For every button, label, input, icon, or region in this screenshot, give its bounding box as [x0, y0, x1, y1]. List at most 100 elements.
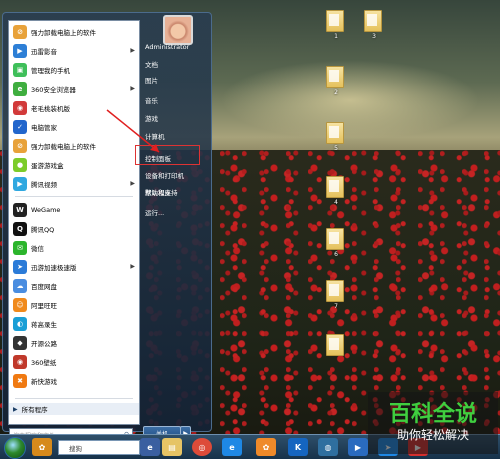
folder-icon: [326, 176, 344, 198]
folder-icon: [364, 10, 382, 32]
user-avatar[interactable]: [163, 15, 193, 45]
watermark-subtitle: 助你轻松解决: [396, 428, 469, 442]
all-programs-label: 所有程序: [21, 406, 48, 414]
program-item[interactable]: ✉ 微信: [9, 239, 139, 256]
desktop-folder-6[interactable]: 6: [326, 228, 346, 258]
program-label: 新快游戏: [31, 377, 57, 386]
program-item[interactable]: ➤ 迅游加速极速版 ▶: [9, 258, 139, 275]
folder-icon: [326, 10, 344, 32]
desktop-folder-label: 3: [372, 33, 376, 40]
program-item[interactable]: ☁ 百度网盘: [9, 277, 139, 294]
pc-manager-icon: ✓: [13, 119, 27, 134]
chrome-icon[interactable]: ◎: [192, 438, 212, 456]
laomaotao-icon: ◉: [13, 100, 27, 115]
program-label: 360安全浏览器: [31, 85, 76, 94]
right-item-run[interactable]: 运行...: [145, 207, 164, 217]
wegame-icon: W: [13, 202, 27, 217]
start-button[interactable]: [4, 437, 26, 459]
program-label: 强力卸载电脑上的软件: [31, 28, 96, 37]
desktop-folder-label: 4: [334, 199, 338, 206]
program-item[interactable]: Q 腾讯QQ: [9, 220, 139, 237]
qq-icon: Q: [13, 221, 27, 236]
accelerator-icon: ➤: [13, 259, 27, 274]
globe-icon[interactable]: ◍: [318, 438, 338, 456]
program-label: 迅雷影音: [31, 47, 57, 56]
start-menu-programs-pane: ⊘ 强力卸载电脑上的软件 ▶ 迅雷影音 ▶ ▣ 管理我的手机 e 360安全浏览器 ▶ ◉ 老…: [8, 20, 140, 425]
sky-glow: [220, 60, 480, 140]
program-label: 强力卸载电脑上的软件: [31, 142, 96, 151]
taskbar-search-box[interactable]: 搜狗: [58, 440, 140, 455]
folder-icon: [326, 280, 344, 302]
program-item[interactable]: ✖ 新快游戏: [9, 372, 139, 389]
desktop-folder-8[interactable]: [326, 334, 346, 356]
folder-icon[interactable]: ▤: [162, 438, 182, 456]
submenu-arrow-icon: ▶: [130, 263, 135, 270]
program-item[interactable]: ▣ 管理我的手机: [9, 61, 139, 78]
submenu-arrow-icon: ▶: [130, 47, 135, 54]
desktop-folder-label: 5: [334, 145, 338, 152]
game-box-icon: ●: [13, 157, 27, 172]
right-item-devices-printers[interactable]: 设备和打印机: [145, 170, 184, 180]
uninstall-icon: ⊘: [13, 138, 27, 153]
program-item[interactable]: ◐ 蒋高录生: [9, 315, 139, 332]
desktop-folder-2[interactable]: 2: [326, 66, 346, 96]
program-label: 阿里旺旺: [31, 301, 57, 310]
desktop-folder-7[interactable]: 7: [326, 280, 346, 310]
watermark-title: 百科全说: [388, 402, 477, 427]
annotation-arrow-icon: [106, 109, 160, 153]
start-menu: ⊘ 强力卸载电脑上的软件 ▶ 迅雷影音 ▶ ▣ 管理我的手机 e 360安全浏览器 ▶ ◉ 老…: [2, 12, 212, 442]
folder-icon: [326, 66, 344, 88]
program-label: 老毛桃装机版: [31, 104, 70, 113]
program-item[interactable]: ⊘ 强力卸载电脑上的软件: [9, 23, 139, 40]
program-label: 开源公路: [31, 339, 57, 348]
baidu-netdisk-icon: ☁: [13, 278, 27, 293]
uninstall-icon: ⊘: [13, 24, 27, 39]
program-label: 腾讯QQ: [31, 225, 55, 234]
thunder-player-icon: ▶: [13, 43, 27, 58]
right-item-pictures[interactable]: 图片: [145, 75, 158, 85]
edge-icon[interactable]: e: [222, 438, 242, 456]
media-player-icon[interactable]: ▶: [348, 438, 368, 456]
pinwheel-icon[interactable]: ✿: [32, 438, 52, 456]
desktop-folder-4[interactable]: 4: [326, 176, 346, 206]
recorder-icon: ◐: [13, 316, 27, 331]
desktop-folder-label: 2: [334, 89, 338, 96]
xinkuai-game-icon: ✖: [13, 373, 27, 388]
menu-separator: [15, 196, 133, 197]
program-item[interactable]: ☺ 阿里旺旺: [9, 296, 139, 313]
right-arrow-icon: ▶: [13, 405, 18, 413]
phone-manager-icon: ▣: [13, 62, 27, 77]
program-label: 管理我的手机: [31, 66, 70, 75]
pinwheel-icon[interactable]: ✿: [256, 438, 276, 456]
right-item-music[interactable]: 音乐: [145, 95, 158, 105]
desktop-folder-3[interactable]: 3: [364, 10, 384, 40]
unity-icon: ◆: [13, 335, 27, 350]
folder-icon: [326, 122, 344, 144]
program-item[interactable]: ◉ 360壁纸: [9, 353, 139, 370]
program-item[interactable]: ▶ 腾讯视频 ▶: [9, 175, 139, 192]
program-item[interactable]: ◆ 开源公路: [9, 334, 139, 351]
right-item-documents[interactable]: 文档: [145, 59, 158, 69]
folder-icon: [326, 334, 344, 356]
program-label: 蒋高录生: [31, 320, 57, 329]
360-browser-icon: e: [13, 81, 27, 96]
desktop-folder-1[interactable]: 1: [326, 10, 346, 40]
program-item[interactable]: e 360安全浏览器 ▶: [9, 80, 139, 97]
desktop-folder-5[interactable]: 5: [326, 122, 346, 152]
program-label: 蛋游游戏盒: [31, 161, 64, 170]
right-item-administrator[interactable]: Administrator: [145, 43, 189, 51]
k-icon[interactable]: K: [288, 438, 308, 456]
folder-icon: [326, 228, 344, 250]
360-wallpaper-icon: ◉: [13, 354, 27, 369]
menu-separator: [15, 398, 133, 399]
program-item[interactable]: ▶ 迅雷影音 ▶: [9, 42, 139, 59]
right-item-help[interactable]: 帮助和支持: [145, 187, 178, 197]
all-programs-button[interactable]: ▶ 所有程序: [9, 403, 139, 415]
wechat-icon: ✉: [13, 240, 27, 255]
program-label: 迅游加速极速版: [31, 263, 77, 272]
program-label: 360壁纸: [31, 358, 57, 367]
desktop-folder-label: 1: [334, 33, 338, 40]
program-item[interactable]: W WeGame: [9, 201, 139, 218]
ie-icon[interactable]: e: [140, 438, 160, 456]
program-item[interactable]: ● 蛋游游戏盒: [9, 156, 139, 173]
